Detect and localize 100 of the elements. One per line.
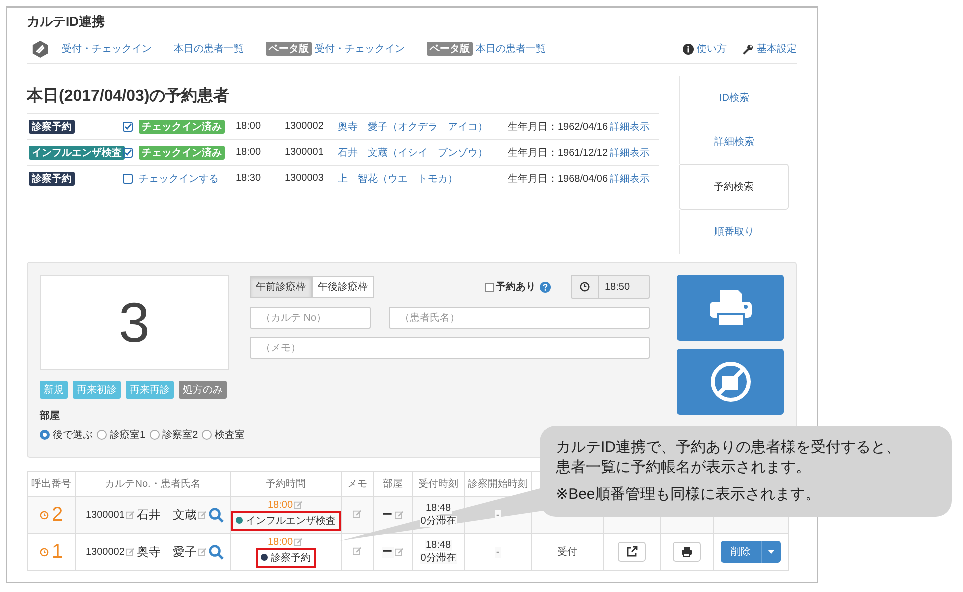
status-text: 受付 bbox=[558, 547, 578, 558]
patient-id: 1300002 bbox=[285, 121, 324, 132]
edit-icon[interactable] bbox=[198, 510, 207, 520]
open-button[interactable] bbox=[618, 542, 646, 562]
memo-field[interactable]: （メモ） bbox=[250, 337, 650, 359]
help-icon[interactable] bbox=[540, 282, 551, 292]
patient-name-link[interactable]: 石井 文蔵（イシイ ブンゾウ） bbox=[338, 146, 488, 160]
edit-icon[interactable] bbox=[353, 547, 362, 556]
stay-duration: 0分滞在 bbox=[420, 553, 458, 564]
settings-label: 基本設定 bbox=[757, 42, 797, 56]
callout-text: ※Bee順番管理も同様に表示されます。 bbox=[556, 485, 822, 504]
reservation-book-name: インフルエンザ検査 bbox=[246, 514, 336, 528]
no-print-icon bbox=[710, 361, 752, 403]
column-header: 診察開始時刻 bbox=[468, 479, 528, 490]
side-tab[interactable]: 予約検索 bbox=[679, 164, 789, 210]
slot-toggle[interactable]: 午後診療枠 bbox=[312, 276, 374, 298]
callout-text: カルテID連携で、予約ありの患者様を受付すると、患者一覧に予約帳名が表示されます。 bbox=[556, 438, 902, 477]
birth-date: 生年月日：1962/04/16 bbox=[508, 120, 608, 134]
edit-icon[interactable] bbox=[126, 510, 135, 520]
appointment-type-badge: 診察予約 bbox=[29, 172, 75, 186]
patient-name-link[interactable]: 上 智花（ウエ トモカ） bbox=[338, 172, 458, 186]
edit-icon[interactable] bbox=[353, 510, 362, 520]
room-radio[interactable] bbox=[40, 430, 50, 440]
room-option-label: 検査室 bbox=[215, 428, 246, 442]
side-tab[interactable]: 順番取り bbox=[679, 210, 789, 254]
column-header: 予約時間 bbox=[266, 479, 306, 490]
patient-id: 1300001 bbox=[86, 510, 125, 520]
side-tab[interactable]: ID検索 bbox=[679, 76, 789, 120]
call-number: 2 bbox=[52, 504, 64, 526]
printer-icon bbox=[681, 546, 693, 558]
settings-link[interactable]: 基本設定 bbox=[743, 42, 797, 56]
printer-icon bbox=[708, 288, 754, 328]
detail-link[interactable]: 詳細表示 bbox=[610, 172, 650, 186]
call-number-display: 3 bbox=[40, 275, 229, 370]
start-time: - bbox=[495, 546, 501, 558]
start-time: - bbox=[495, 510, 501, 520]
no-print-button[interactable] bbox=[677, 349, 784, 415]
room-option-label: 後で選ぶ bbox=[53, 429, 93, 442]
reservation-book-name: 診察予約 bbox=[271, 552, 311, 564]
search-icon[interactable] bbox=[209, 508, 224, 522]
patient-name: 奥寺 愛子 bbox=[136, 544, 197, 560]
info-icon bbox=[683, 44, 694, 54]
nav-link[interactable]: 本日の患者一覧 bbox=[174, 42, 244, 56]
nav-link-label: 本日の患者一覧 bbox=[476, 42, 546, 56]
karte-number-field[interactable]: （カルテ No） bbox=[250, 307, 371, 329]
room-value: ー bbox=[382, 547, 394, 558]
delete-button[interactable]: 削除 bbox=[721, 541, 761, 563]
room-radio[interactable] bbox=[150, 430, 160, 440]
print-button[interactable] bbox=[673, 542, 701, 562]
search-icon[interactable] bbox=[209, 544, 224, 560]
detail-link[interactable]: 詳細表示 bbox=[610, 120, 650, 134]
room-radio[interactable] bbox=[97, 430, 107, 440]
call-number: 1 bbox=[52, 540, 64, 564]
help-label: 使い方 bbox=[697, 42, 727, 56]
caret-icon bbox=[768, 550, 775, 554]
visit-type-button[interactable]: 処方のみ bbox=[179, 381, 227, 399]
edit-icon[interactable] bbox=[198, 548, 207, 556]
nav-link[interactable]: ベータ版 本日の患者一覧 bbox=[427, 42, 546, 56]
app-title: カルテID連携 bbox=[27, 13, 106, 31]
appointment-time: 18:00 bbox=[236, 121, 262, 132]
time-field[interactable]: 18:50 bbox=[571, 275, 650, 299]
appointment-time: 18:30 bbox=[236, 173, 262, 184]
column-header: 部屋 bbox=[383, 479, 403, 490]
column-header: 受付時刻 bbox=[418, 479, 458, 490]
nav-link-label: 受付・チェックイン bbox=[315, 42, 405, 56]
appointment-type-badge: インフルエンザ検査 bbox=[29, 146, 125, 160]
check-in-link[interactable]: チェックインする bbox=[139, 172, 219, 186]
column-header: 呼出番号 bbox=[32, 479, 72, 490]
reservation-checkbox[interactable] bbox=[485, 282, 494, 292]
logo-icon[interactable] bbox=[31, 40, 50, 58]
detail-link[interactable]: 詳細表示 bbox=[610, 146, 650, 160]
dropdown-button[interactable] bbox=[761, 541, 781, 563]
room-radio[interactable] bbox=[202, 430, 212, 440]
patient-id: 1300001 bbox=[285, 147, 324, 158]
clock-icon bbox=[580, 282, 590, 292]
patient-name: 石井 文蔵 bbox=[136, 506, 197, 524]
checked-checkbox-icon[interactable] bbox=[123, 148, 133, 158]
edit-icon[interactable] bbox=[394, 548, 404, 557]
edit-icon[interactable] bbox=[294, 500, 304, 510]
clock-icon bbox=[40, 510, 49, 520]
stay-duration: 0分滞在 bbox=[420, 516, 458, 527]
patient-name-link[interactable]: 奥寺 愛子（オクデラ アイコ） bbox=[338, 120, 488, 134]
nav-link[interactable]: 受付・チェックイン bbox=[62, 42, 152, 56]
edit-icon[interactable] bbox=[394, 510, 404, 520]
edit-icon[interactable] bbox=[294, 538, 304, 546]
edit-icon[interactable] bbox=[126, 548, 135, 556]
patient-name-field[interactable]: （患者氏名） bbox=[389, 307, 650, 329]
birth-date: 生年月日：1961/12/12 bbox=[508, 146, 608, 160]
reception-time: 18:48 bbox=[424, 503, 452, 514]
checked-in-badge: チェックイン済み bbox=[139, 120, 225, 134]
help-link[interactable]: 使い方 bbox=[683, 42, 727, 56]
reservation-time: 18:00 bbox=[268, 500, 294, 510]
reception-time: 18:48 bbox=[424, 540, 452, 551]
room-option-label: 診療室1 bbox=[110, 428, 146, 442]
room-label: 部屋 bbox=[40, 410, 61, 423]
checkbox-icon[interactable] bbox=[123, 174, 133, 184]
appointment-time: 18:00 bbox=[236, 147, 262, 158]
checked-checkbox-icon[interactable] bbox=[123, 122, 133, 132]
slot-toggle[interactable]: 午前診療枠 bbox=[250, 276, 312, 298]
nav-link[interactable]: ベータ版 受付・チェックイン bbox=[266, 42, 405, 56]
